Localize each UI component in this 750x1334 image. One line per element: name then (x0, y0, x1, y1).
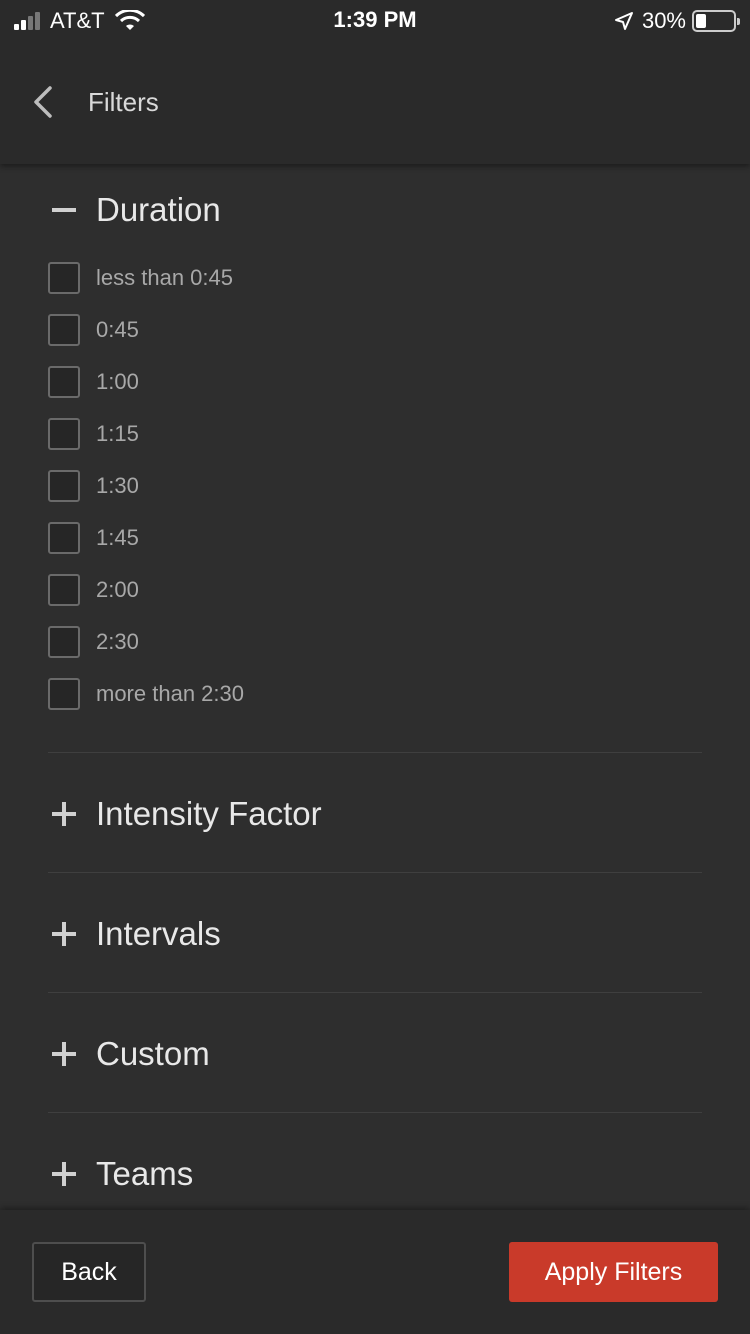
filters-list: Duration less than 0:45 0:45 1:00 1:15 1… (0, 164, 750, 1210)
duration-option[interactable]: 2:00 (48, 564, 750, 616)
checkbox[interactable] (48, 262, 80, 294)
divider (48, 1112, 702, 1113)
status-right: 30% (614, 8, 740, 34)
battery-percent: 30% (641, 8, 686, 33)
battery-icon (692, 10, 740, 32)
option-label: less than 0:45 (96, 265, 233, 290)
location-arrow-icon (614, 12, 633, 30)
custom-section: Custom (0, 1034, 750, 1074)
divider (48, 872, 702, 873)
checkbox[interactable] (48, 366, 80, 398)
checkbox[interactable] (48, 418, 80, 450)
option-label: 1:15 (96, 421, 139, 446)
section-title: Intensity Factor (96, 795, 322, 832)
intervals-section-header[interactable]: Intervals (48, 914, 750, 954)
nav-bar: Filters (0, 40, 750, 164)
teams-section-header[interactable]: Teams (48, 1154, 750, 1194)
checkbox[interactable] (48, 574, 80, 606)
duration-option[interactable]: 1:15 (48, 408, 750, 460)
duration-option[interactable]: 0:45 (48, 304, 750, 356)
duration-options: less than 0:45 0:45 1:00 1:15 1:30 1:45 … (0, 252, 750, 720)
checkbox[interactable] (48, 626, 80, 658)
teams-section: Teams (0, 1154, 750, 1194)
duration-section: Duration less than 0:45 0:45 1:00 1:15 1… (0, 190, 750, 720)
option-label: 0:45 (96, 317, 139, 342)
checkbox[interactable] (48, 522, 80, 554)
back-button[interactable]: Back (32, 1242, 146, 1302)
bottom-action-bar: Back Apply Filters (0, 1210, 750, 1334)
filters-screen: AT&T 1:39 PM 30% Filters Duration less t… (0, 0, 750, 1334)
status-bar: AT&T 1:39 PM 30% (0, 0, 750, 40)
checkbox[interactable] (48, 314, 80, 346)
option-label: 2:00 (96, 577, 139, 602)
duration-section-header[interactable]: Duration (48, 190, 750, 230)
section-title: Custom (96, 1035, 210, 1072)
checkbox[interactable] (48, 678, 80, 710)
duration-option[interactable]: more than 2:30 (48, 668, 750, 720)
top-bar: AT&T 1:39 PM 30% Filters (0, 0, 750, 164)
plus-icon (48, 798, 80, 830)
option-label: 1:45 (96, 525, 139, 550)
plus-icon (48, 918, 80, 950)
divider (48, 752, 702, 753)
intervals-section: Intervals (0, 914, 750, 954)
plus-icon (48, 1158, 80, 1190)
intensity-factor-section-header[interactable]: Intensity Factor (48, 794, 750, 834)
duration-option[interactable]: 2:30 (48, 616, 750, 668)
minus-icon (48, 194, 80, 226)
option-label: more than 2:30 (96, 681, 244, 706)
divider (48, 992, 702, 993)
checkbox[interactable] (48, 470, 80, 502)
custom-section-header[interactable]: Custom (48, 1034, 750, 1074)
option-label: 1:00 (96, 369, 139, 394)
plus-icon (48, 1038, 80, 1070)
duration-option[interactable]: 1:30 (48, 460, 750, 512)
back-chevron-icon[interactable] (28, 84, 58, 120)
duration-option[interactable]: 1:45 (48, 512, 750, 564)
apply-filters-button[interactable]: Apply Filters (509, 1242, 718, 1302)
section-title: Teams (96, 1155, 194, 1192)
page-title: Filters (88, 87, 159, 117)
section-title: Duration (96, 191, 221, 228)
option-label: 2:30 (96, 629, 139, 654)
section-title: Intervals (96, 915, 221, 952)
duration-option[interactable]: less than 0:45 (48, 252, 750, 304)
option-label: 1:30 (96, 473, 139, 498)
duration-option[interactable]: 1:00 (48, 356, 750, 408)
intensity-factor-section: Intensity Factor (0, 794, 750, 834)
